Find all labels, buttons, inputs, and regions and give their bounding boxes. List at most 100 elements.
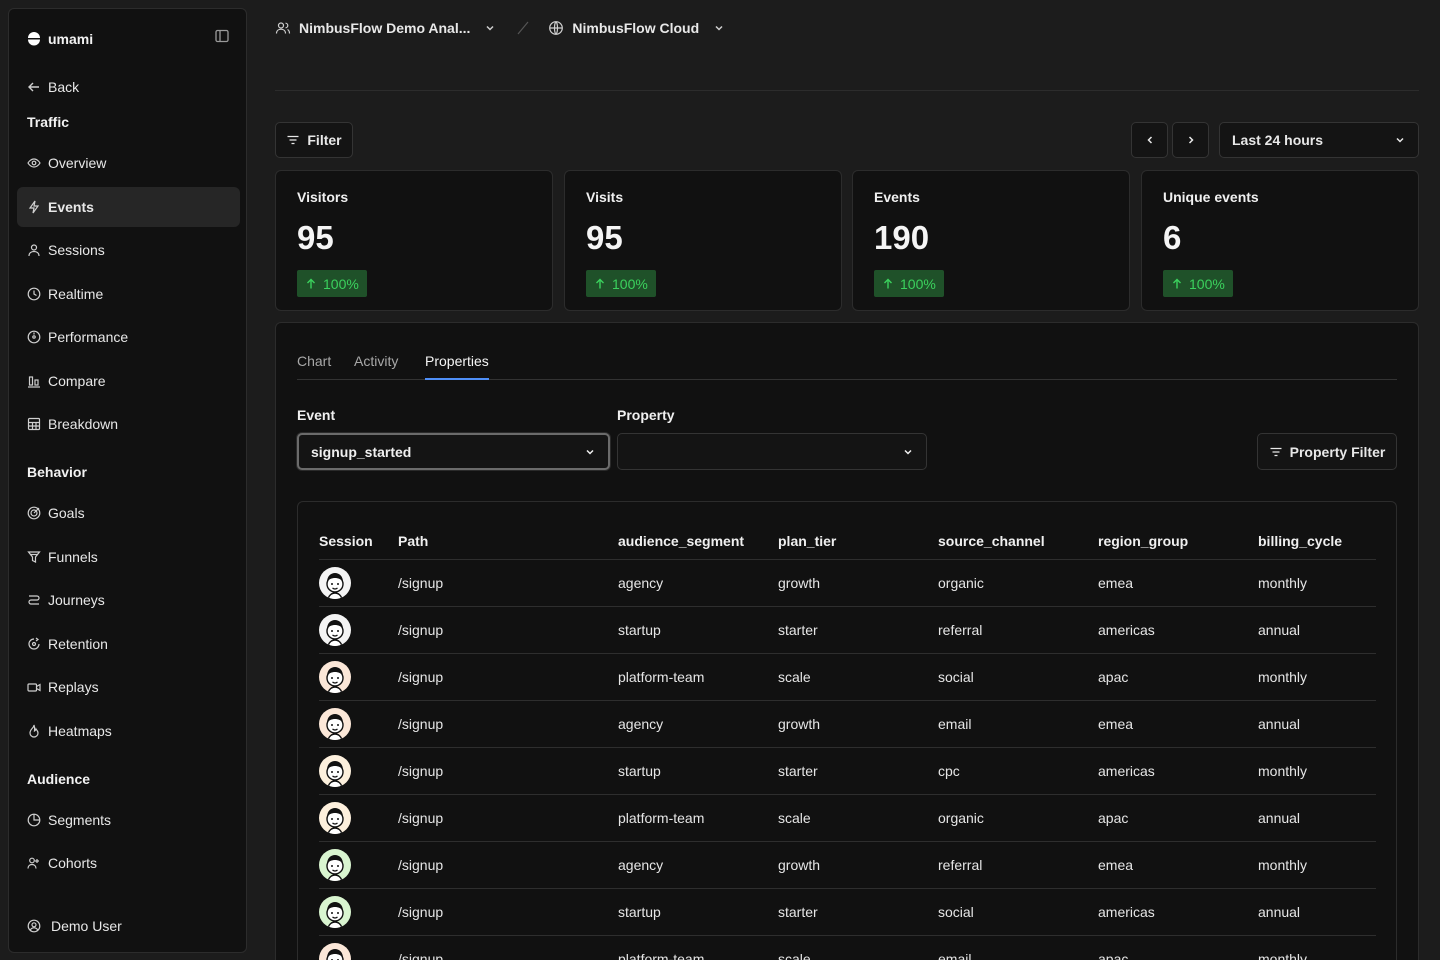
property-filter-button[interactable]: Property Filter: [1257, 433, 1397, 470]
metric-card-visits: Visits 95 100%: [564, 170, 842, 311]
sidebar-item-breakdown[interactable]: Breakdown: [17, 404, 240, 444]
globe-icon: [548, 20, 564, 36]
avatar[interactable]: [319, 566, 351, 599]
cell-source-channel: organic: [938, 794, 1098, 842]
filter-button[interactable]: Filter: [275, 122, 353, 158]
sidebar-item-goals[interactable]: Goals: [17, 493, 240, 533]
cell-billing-cycle: monthly: [1258, 653, 1376, 701]
next-period-button[interactable]: [1172, 122, 1209, 158]
table-row[interactable]: /signup platform-team scale social apac month…: [319, 653, 1376, 701]
date-range-select[interactable]: Last 24 hours: [1219, 122, 1419, 158]
sidebar-item-segments[interactable]: Segments: [17, 800, 240, 840]
sidebar-item-label: Goals: [48, 505, 85, 521]
website-selector[interactable]: NimbusFlow Cloud: [548, 20, 725, 36]
cell-region-group: americas: [1098, 747, 1258, 795]
website-name: NimbusFlow Cloud: [572, 20, 700, 36]
sidebar-item-performance[interactable]: Performance: [17, 317, 240, 357]
avatar[interactable]: [319, 707, 351, 740]
change-badge: 100%: [586, 270, 656, 297]
sidebar-item-cohorts[interactable]: Cohorts: [17, 843, 240, 883]
compare-icon: [27, 374, 41, 388]
header-divider: [275, 90, 1419, 91]
table-row[interactable]: /signup startup starter referral americas ann…: [319, 606, 1376, 654]
avatar[interactable]: [319, 754, 351, 787]
cell-billing-cycle: annual: [1258, 888, 1376, 936]
back-link[interactable]: Back: [17, 67, 240, 107]
session-cell: [319, 888, 398, 936]
column-header: plan_tier: [778, 523, 938, 560]
sidebar-item-replays[interactable]: Replays: [17, 667, 240, 707]
sidebar-item-funnels[interactable]: Funnels: [17, 537, 240, 577]
metric-label: Unique events: [1163, 189, 1259, 205]
table-row[interactable]: /signup startup starter cpc americas monthly: [319, 747, 1376, 795]
event-select[interactable]: signup_started: [297, 433, 610, 470]
sidebar-item-realtime[interactable]: Realtime: [17, 274, 240, 314]
gauge-icon: [27, 330, 41, 344]
cell-billing-cycle: monthly: [1258, 841, 1376, 889]
chevron-down-icon: [713, 22, 725, 34]
avatar[interactable]: [319, 942, 351, 960]
team-selector[interactable]: NimbusFlow Demo Anal...: [275, 20, 496, 36]
cell-source-channel: referral: [938, 841, 1098, 889]
cell-plan-tier: growth: [778, 559, 938, 607]
column-header: region_group: [1098, 523, 1258, 560]
cell-region-group: apac: [1098, 794, 1258, 842]
filter-icon: [1269, 445, 1283, 459]
sidebar-item-overview[interactable]: Overview: [17, 143, 240, 183]
cell-billing-cycle: annual: [1258, 606, 1376, 654]
sidebar-item-heatmaps[interactable]: Heatmaps: [17, 711, 240, 751]
session-cell: [319, 653, 398, 701]
target-icon: [27, 506, 41, 520]
arrow-up-icon: [594, 278, 606, 290]
metric-label: Visits: [586, 189, 624, 205]
avatar[interactable]: [319, 848, 351, 881]
avatar[interactable]: [319, 613, 351, 646]
eye-icon: [27, 156, 41, 170]
table-row[interactable]: /signup platform-team scale organic apac annu…: [319, 794, 1376, 842]
sidebar-item-sessions[interactable]: Sessions: [17, 230, 240, 270]
section-audience: Audience: [27, 771, 91, 787]
section-traffic: Traffic: [27, 114, 70, 130]
umami-logo-icon: [27, 32, 41, 46]
cell-audience-segment: startup: [618, 606, 778, 654]
sidebar-toggle-icon[interactable]: [215, 29, 231, 45]
tab-properties[interactable]: Properties: [425, 353, 489, 380]
metric-label: Visitors: [297, 189, 349, 205]
retention-icon: [27, 637, 41, 651]
cell-source-channel: email: [938, 700, 1098, 748]
funnel-icon: [27, 550, 41, 564]
tab-chart[interactable]: Chart: [297, 353, 331, 380]
sidebar-item-journeys[interactable]: Journeys: [17, 580, 240, 620]
sidebar-item-retention[interactable]: Retention: [17, 624, 240, 664]
table-row[interactable]: /signup agency growth referral emea monthly: [319, 841, 1376, 889]
cell-plan-tier: scale: [778, 794, 938, 842]
lightning-icon: [27, 200, 41, 214]
cell-audience-segment: platform-team: [618, 794, 778, 842]
user-menu[interactable]: Demo User: [17, 906, 240, 946]
table-row[interactable]: /signup agency growth organic emea monthly: [319, 559, 1376, 607]
cell-source-channel: email: [938, 935, 1098, 960]
sidebar-item-compare[interactable]: Compare: [17, 361, 240, 401]
avatar[interactable]: [319, 660, 351, 693]
users-icon: [27, 856, 41, 870]
properties-panel: Chart Activity Properties Event signup_s…: [275, 322, 1419, 960]
sidebar-item-events[interactable]: Events: [17, 187, 240, 227]
table-row[interactable]: /signup agency growth email emea annual: [319, 700, 1376, 748]
column-header: source_channel: [938, 523, 1098, 560]
previous-period-button[interactable]: [1131, 122, 1168, 158]
metric-label: Events: [874, 189, 920, 205]
table-row[interactable]: /signup startup starter social americas annua…: [319, 888, 1376, 936]
table-row[interactable]: /signup platform-team scale email apac monthl…: [319, 935, 1376, 960]
column-header: billing_cycle: [1258, 523, 1376, 560]
tab-activity[interactable]: Activity: [354, 353, 398, 380]
arrow-up-icon: [882, 278, 894, 290]
brand[interactable]: umami: [27, 29, 93, 49]
cell-billing-cycle: monthly: [1258, 935, 1376, 960]
avatar[interactable]: [319, 801, 351, 834]
sidebar-item-label: Funnels: [48, 549, 98, 565]
property-select[interactable]: [617, 433, 927, 470]
chevron-down-icon: [484, 22, 496, 34]
avatar[interactable]: [319, 895, 351, 928]
cell-path: /signup: [398, 606, 618, 654]
cell-audience-segment: startup: [618, 747, 778, 795]
